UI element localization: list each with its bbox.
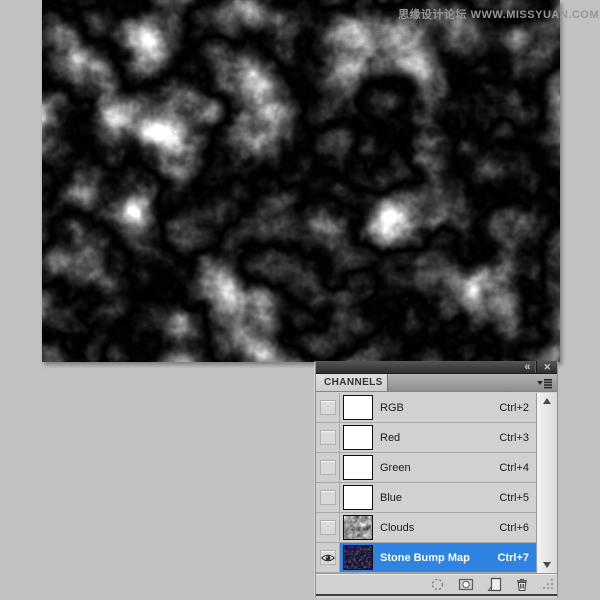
panel-footer: [316, 573, 557, 596]
channel-shortcut: Ctrl+7: [498, 552, 530, 564]
channel-shortcut: Ctrl+2: [499, 402, 529, 414]
panel-title-bar: « ✕: [316, 361, 557, 374]
close-icon[interactable]: ✕: [536, 361, 557, 373]
channel-row-body[interactable]: Green Ctrl+4: [340, 453, 536, 482]
channel-thumbnail: [343, 485, 373, 510]
channel-row[interactable]: Clouds Ctrl+6: [316, 513, 536, 543]
new-channel-icon[interactable]: [487, 577, 502, 592]
stone-bump-map-thumbnail-texture: [344, 546, 372, 569]
visibility-cell[interactable]: [316, 483, 340, 512]
channel-name: Green: [380, 462, 411, 474]
channel-row-body[interactable]: Stone Bump Map Ctrl+7: [340, 543, 536, 572]
delete-channel-icon[interactable]: [515, 577, 529, 592]
eye-icon: [321, 553, 335, 563]
clouds-thumbnail-texture: [344, 516, 372, 539]
tab-channels[interactable]: CHANNELS: [316, 374, 388, 391]
channel-row[interactable]: RGB Ctrl+2: [316, 393, 536, 423]
channel-shortcut: Ctrl+6: [499, 522, 529, 534]
channel-shortcut: Ctrl+3: [499, 432, 529, 444]
visibility-cell[interactable]: [316, 543, 340, 572]
channel-row-body[interactable]: RGB Ctrl+2: [340, 393, 536, 422]
channel-thumbnail: [343, 395, 373, 420]
channel-name: Clouds: [380, 522, 414, 534]
difference-clouds-texture: [42, 0, 560, 362]
visibility-toggle[interactable]: [320, 520, 336, 535]
watermark: 思缘设计论坛 WWW.MISSYUAN.COM: [398, 6, 599, 22]
channels-panel: « ✕ CHANNELS RGB Ctrl+: [315, 361, 558, 598]
channel-thumbnail: [343, 545, 373, 570]
channel-row-body[interactable]: Blue Ctrl+5: [340, 483, 536, 512]
channel-name: Red: [380, 432, 400, 444]
channel-row[interactable]: Green Ctrl+4: [316, 453, 536, 483]
channel-row-body[interactable]: Clouds Ctrl+6: [340, 513, 536, 542]
visibility-cell[interactable]: [316, 393, 340, 422]
photoshop-workspace: 思缘设计论坛 WWW.MISSYUAN.COM « ✕ CHANNELS: [0, 0, 600, 600]
visibility-toggle[interactable]: [320, 550, 336, 565]
scroll-down-icon[interactable]: [543, 562, 551, 568]
visibility-toggle[interactable]: [320, 490, 336, 505]
resize-grip[interactable]: [542, 578, 554, 590]
channel-list: RGB Ctrl+2 Red Ctrl+3 Green Ctrl+4 Blue …: [316, 393, 536, 573]
load-channel-as-selection-icon[interactable]: [430, 577, 445, 592]
channel-thumbnail: [343, 425, 373, 450]
save-selection-as-channel-icon[interactable]: [458, 577, 474, 592]
channel-shortcut: Ctrl+4: [499, 462, 529, 474]
channel-thumbnail: [343, 455, 373, 480]
channel-shortcut: Ctrl+5: [499, 492, 529, 504]
visibility-toggle[interactable]: [320, 460, 336, 475]
channel-row[interactable]: Blue Ctrl+5: [316, 483, 536, 513]
channel-name: RGB: [380, 402, 404, 414]
panel-menu-icon[interactable]: [536, 377, 553, 389]
visibility-toggle[interactable]: [320, 400, 336, 415]
collapse-to-icons-icon[interactable]: «: [518, 361, 536, 373]
tab-channels-label: CHANNELS: [324, 377, 383, 388]
visibility-cell[interactable]: [316, 453, 340, 482]
visibility-toggle[interactable]: [320, 430, 336, 445]
channel-row-body[interactable]: Red Ctrl+3: [340, 423, 536, 452]
scrollbar[interactable]: [536, 393, 557, 573]
channel-name: Stone Bump Map: [380, 552, 470, 564]
channel-row[interactable]: Red Ctrl+3: [316, 423, 536, 453]
panel-tab-bar: CHANNELS: [316, 374, 557, 392]
scroll-up-icon[interactable]: [543, 398, 551, 404]
channel-row[interactable]: Stone Bump Map Ctrl+7: [316, 543, 536, 573]
visibility-cell[interactable]: [316, 513, 340, 542]
channel-name: Blue: [380, 492, 402, 504]
clouds-canvas-image: [42, 0, 560, 362]
channel-thumbnail: [343, 515, 373, 540]
visibility-cell[interactable]: [316, 423, 340, 452]
